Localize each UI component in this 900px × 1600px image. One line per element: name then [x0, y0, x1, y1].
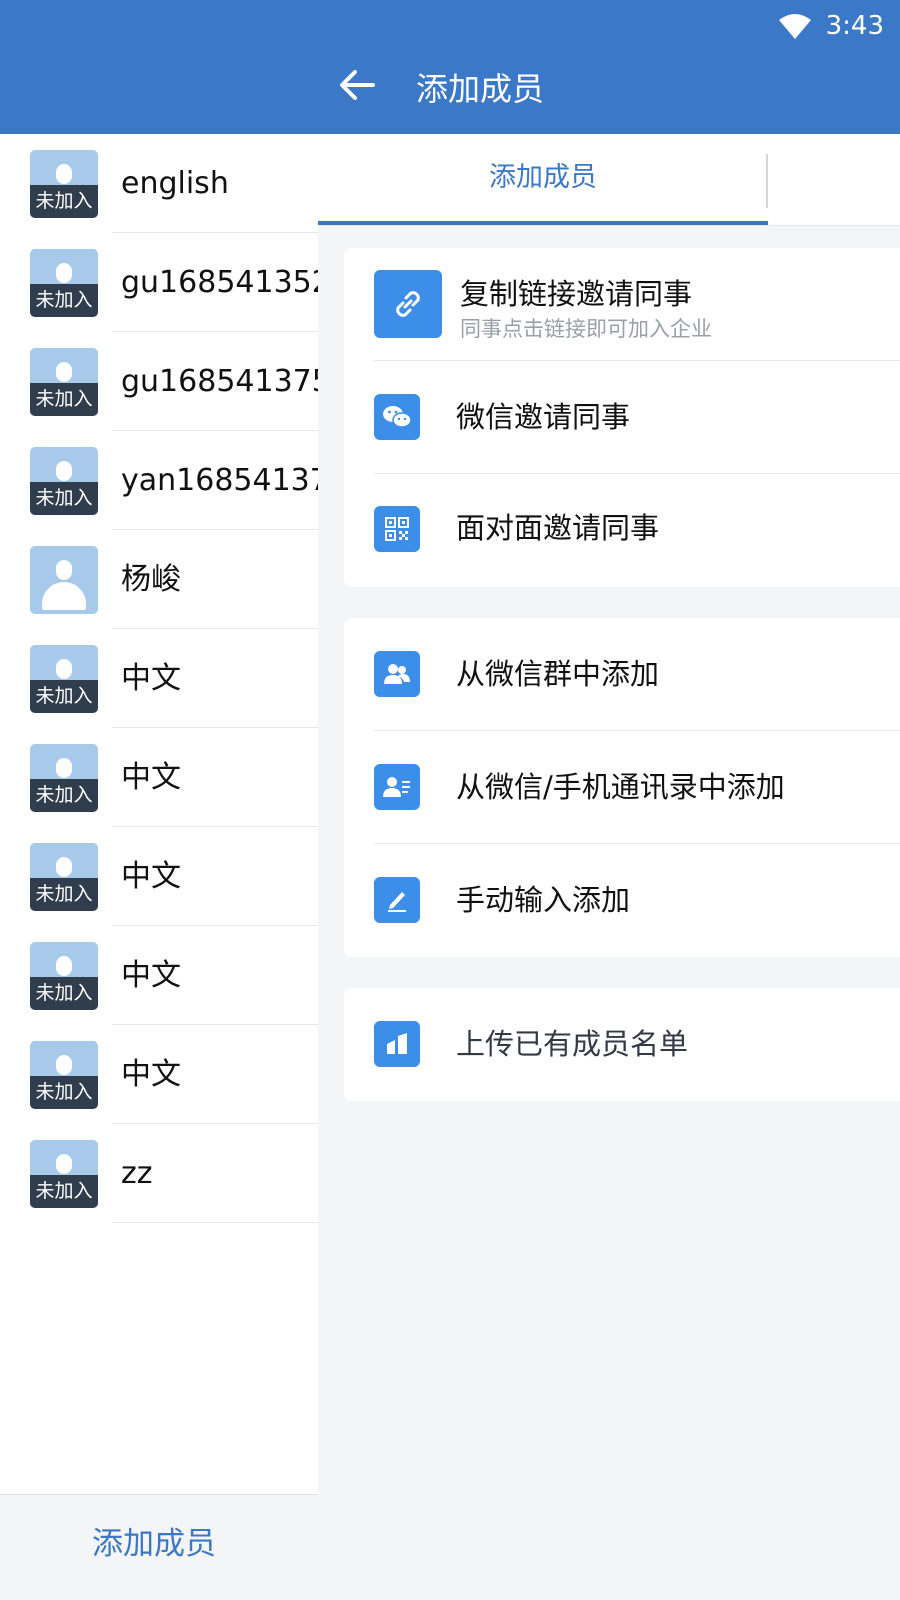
avatar-head-shape — [56, 758, 72, 778]
qr-code-icon — [374, 506, 420, 552]
member-name: zz — [121, 1156, 153, 1191]
avatar: 未加入 — [30, 645, 98, 713]
not-joined-badge: 未加入 — [30, 383, 98, 416]
avatar: 未加入 — [30, 348, 98, 416]
not-joined-badge: 未加入 — [30, 1076, 98, 1109]
contacts-option[interactable]: 从微信/手机通讯录中添加 — [344, 731, 900, 844]
face-to-face-invite-option[interactable]: 面对面邀请同事 — [344, 474, 900, 587]
avatar-head-shape — [56, 263, 72, 283]
pencil-icon — [374, 877, 420, 923]
avatar: 未加入 — [30, 1140, 98, 1208]
tab-separator — [766, 154, 768, 208]
app-header: 3:43 添加成员 — [0, 0, 900, 134]
avatar: 未加入 — [30, 744, 98, 812]
avatar: 未加入 — [30, 249, 98, 317]
wechat-group-label: 从微信群中添加 — [456, 657, 660, 691]
tab-label: 添加成员 — [489, 162, 597, 193]
member-row[interactable]: 未加入 yan168541376 — [0, 431, 348, 530]
avatar: 未加入 — [30, 843, 98, 911]
tab-active-indicator — [318, 221, 768, 225]
avatar: 未加入 — [30, 150, 98, 218]
row-divider — [112, 1222, 318, 1223]
not-joined-badge: 未加入 — [30, 482, 98, 515]
not-joined-badge: 未加入 — [30, 185, 98, 218]
manual-input-label: 手动输入添加 — [456, 883, 631, 917]
member-list: 未加入 english 未加入 gu1685413521 未加入 gu16854… — [0, 134, 350, 1223]
link-icon — [374, 270, 442, 338]
contacts-label: 从微信/手机通讯录中添加 — [456, 770, 785, 804]
left-footer: 添加成员 — [0, 1494, 318, 1600]
member-row[interactable]: 未加入 gu1685413521 — [0, 233, 350, 332]
member-name: 中文 — [121, 760, 181, 795]
upload-member-list-option[interactable]: 上传已有成员名单 — [344, 988, 900, 1101]
wifi-icon — [778, 12, 812, 40]
upload-member-list-label: 上传已有成员名单 — [456, 1027, 689, 1061]
member-name: english — [121, 166, 229, 201]
group-icon — [374, 651, 420, 697]
add-member-button[interactable]: 添加成员 — [92, 1519, 216, 1569]
avatar-head-shape — [56, 560, 72, 580]
status-bar: 3:43 — [778, 6, 884, 46]
avatar-head-shape — [56, 1055, 72, 1075]
upload-card: 上传已有成员名单 — [344, 988, 900, 1101]
member-row[interactable]: 未加入 中文 — [0, 728, 318, 827]
avatar-head-shape — [56, 362, 72, 382]
member-row[interactable]: 未加入 gu1685413752 — [0, 332, 350, 431]
member-name: gu1685413752 — [121, 364, 350, 399]
member-name: 中文 — [121, 1057, 181, 1092]
member-list-panel: 未加入 english 未加入 gu1685413521 未加入 gu16854… — [0, 134, 350, 1494]
not-joined-badge: 未加入 — [30, 1175, 98, 1208]
not-joined-badge: 未加入 — [30, 779, 98, 812]
add-source-card: 从微信群中添加 从微信/手机通讯录中添加 手动输入添加 — [344, 618, 900, 957]
contact-card-icon — [374, 764, 420, 810]
member-name: 中文 — [121, 859, 181, 894]
member-row[interactable]: 未加入 中文 — [0, 1025, 318, 1124]
status-time: 3:43 — [825, 11, 884, 41]
tab-bar: 添加成员 — [318, 134, 900, 226]
add-member-panel: 添加成员 复制链接邀请同事 同事点击链接即可加入企业 微信邀请同事 面对面邀请同… — [318, 134, 900, 1600]
face-to-face-label: 面对面邀请同事 — [456, 511, 660, 545]
member-row[interactable]: 未加入 zz — [0, 1124, 318, 1223]
avatar-head-shape — [56, 164, 72, 184]
member-row[interactable]: 杨峻 — [0, 530, 318, 629]
wechat-invite-option[interactable]: 微信邀请同事 — [344, 361, 900, 474]
copy-link-label: 复制链接邀请同事 — [460, 277, 693, 311]
member-name: 中文 — [121, 661, 181, 696]
avatar-head-shape — [56, 956, 72, 976]
wechat-icon — [374, 394, 420, 440]
avatar-body-shape — [42, 582, 86, 610]
not-joined-badge: 未加入 — [30, 977, 98, 1010]
member-name: gu1685413521 — [121, 265, 350, 300]
not-joined-badge: 未加入 — [30, 878, 98, 911]
avatar-head-shape — [56, 659, 72, 679]
page-title: 添加成员 — [416, 70, 545, 108]
avatar-head-shape — [56, 857, 72, 877]
tab-add-member[interactable]: 添加成员 — [318, 134, 768, 226]
avatar: 未加入 — [30, 942, 98, 1010]
back-button[interactable] — [334, 64, 380, 110]
upload-chart-icon — [374, 1021, 420, 1067]
member-name: 杨峻 — [121, 562, 181, 597]
arrow-left-icon — [339, 69, 375, 105]
member-row[interactable]: 未加入 中文 — [0, 926, 318, 1025]
avatar-head-shape — [56, 1154, 72, 1174]
wechat-invite-label: 微信邀请同事 — [456, 400, 631, 434]
avatar — [30, 546, 98, 614]
avatar: 未加入 — [30, 447, 98, 515]
member-name: 中文 — [121, 958, 181, 993]
wechat-group-option[interactable]: 从微信群中添加 — [344, 618, 900, 731]
avatar-head-shape — [56, 461, 72, 481]
copy-link-subtitle: 同事点击链接即可加入企业 — [460, 317, 712, 341]
member-row[interactable]: 未加入 english — [0, 134, 318, 233]
not-joined-badge: 未加入 — [30, 680, 98, 713]
not-joined-badge: 未加入 — [30, 284, 98, 317]
copy-link-invite-option[interactable]: 复制链接邀请同事 同事点击链接即可加入企业 — [344, 248, 900, 361]
invite-card: 复制链接邀请同事 同事点击链接即可加入企业 微信邀请同事 面对面邀请同事 — [344, 248, 900, 587]
member-name: yan168541376 — [121, 463, 348, 498]
member-row[interactable]: 未加入 中文 — [0, 827, 318, 926]
manual-input-option[interactable]: 手动输入添加 — [344, 844, 900, 957]
avatar: 未加入 — [30, 1041, 98, 1109]
member-row[interactable]: 未加入 中文 — [0, 629, 318, 728]
